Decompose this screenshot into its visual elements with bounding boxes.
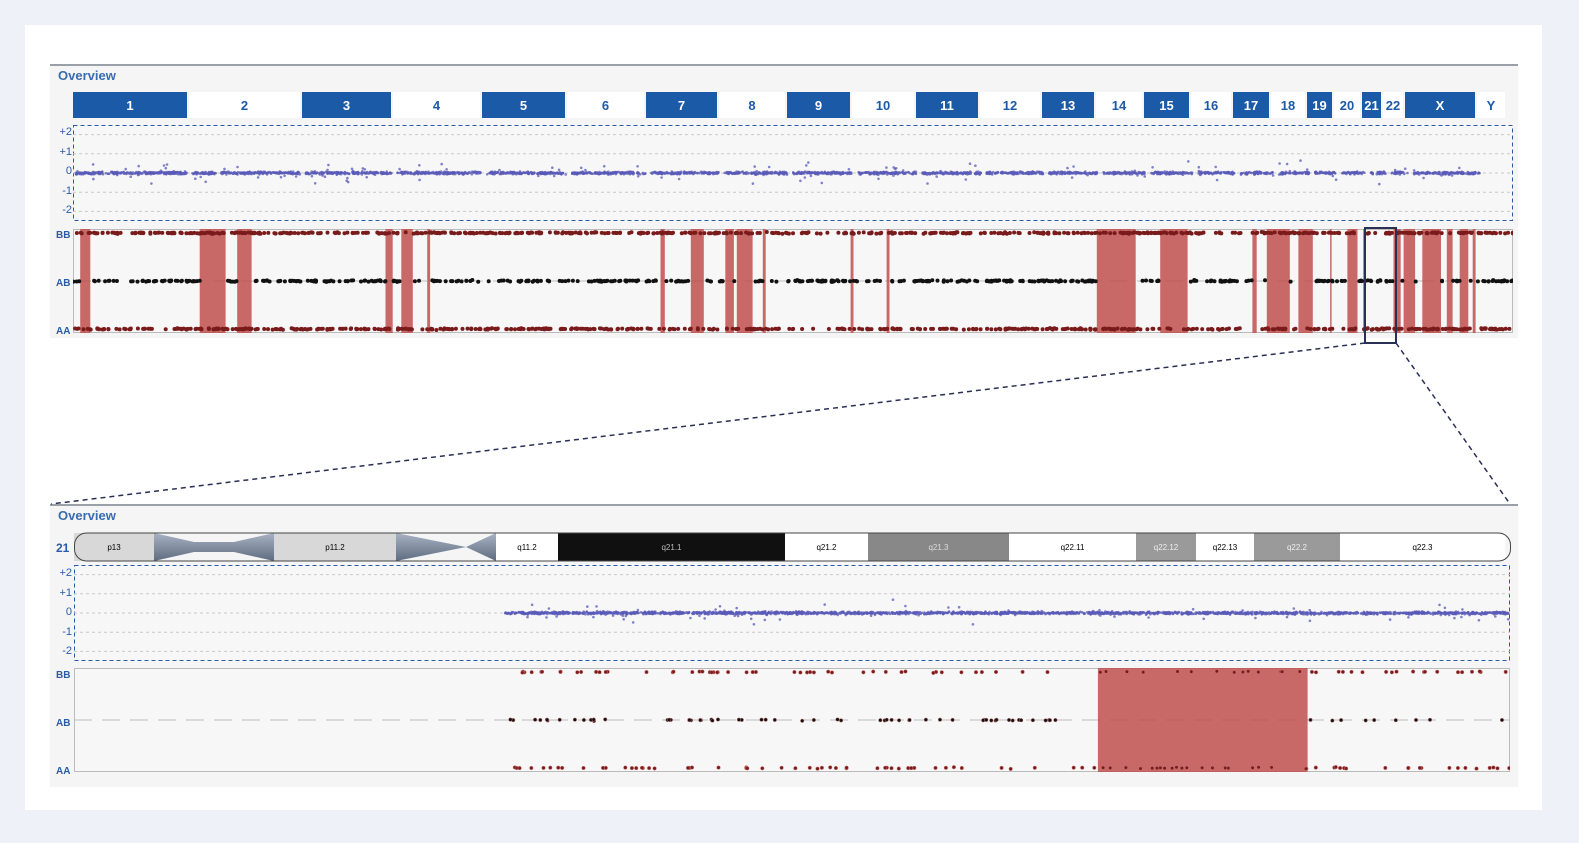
chromosome-22[interactable]: 22 [1383,92,1403,118]
loh-region [1298,229,1313,333]
cytoband-label: q22.11 [1061,543,1085,552]
loh-region [1266,229,1290,333]
zoom-genotype-plot[interactable] [74,668,1510,772]
loh-region [237,229,252,333]
loh-region [1096,229,1136,333]
cytoband-label: q22.2 [1287,543,1308,552]
zoom-copy-number-plot[interactable] [74,565,1510,661]
tick-BB: BB [56,670,71,681]
chromosome-13[interactable]: 13 [1042,92,1094,118]
overview-copy-number-plot[interactable] [73,125,1513,221]
cytoband-label: q21.1 [661,543,682,552]
overview-title: Overview [58,68,116,83]
cytoband-label: q11.2 [517,543,537,552]
tick-minus1: -1 [62,625,72,638]
tick-AA: AA [56,766,71,777]
zoom-panel: Overview 21 p13 p11.2 q11.2 q21.1 q21.2 q21.3… [50,504,1518,787]
loh-region [80,229,91,333]
chromosome-X[interactable]: X [1405,92,1475,118]
chromosome-11[interactable]: 11 [916,92,978,118]
chromosome-10[interactable]: 10 [852,92,914,118]
loh-region [1347,229,1358,333]
tick-AB: AB [56,278,71,289]
chromosome-Y[interactable]: Y [1477,92,1505,118]
loh-region [1422,229,1441,333]
cytoband-label: q22.12 [1154,543,1179,552]
cytoband-label: q22.3 [1412,543,1433,552]
cytoband-centromere [396,533,496,561]
cytoband-label: p13 [107,543,121,552]
chromosome-20[interactable]: 20 [1334,92,1360,118]
chromosome-2[interactable]: 2 [189,92,300,118]
chromosome-18[interactable]: 18 [1271,92,1305,118]
loh-region [1097,668,1308,772]
loh-region [401,229,413,333]
tick-0: 0 [65,165,72,177]
tick-plus2: +2 [59,567,72,579]
cytoband-label: q21.2 [816,543,837,552]
loh-region [427,229,431,333]
loh-region [1403,229,1416,333]
chromosome-4[interactable]: 4 [393,92,480,118]
loh-regions [1097,668,1308,772]
chromosome-1[interactable]: 1 [73,92,187,118]
chromosome-14[interactable]: 14 [1096,92,1142,118]
chromosome-5[interactable]: 5 [482,92,565,118]
loh-region [660,229,665,333]
chromosome-15[interactable]: 15 [1144,92,1189,118]
chromosome-7[interactable]: 7 [646,92,717,118]
loh-region [1472,229,1476,333]
chromosome-21-ideogram[interactable]: p13 p11.2 q11.2 q21.1 q21.2 q21.3 q22.11 q22.12… [74,531,1512,563]
tick-0: 0 [65,606,72,618]
cytoband-label: q22.13 [1213,543,1238,552]
chromosome-9[interactable]: 9 [787,92,850,118]
tick-plus1: +1 [59,586,72,599]
chromosome-17[interactable]: 17 [1233,92,1269,118]
cytoband-label: p11.2 [325,543,345,552]
loh-region [736,229,753,333]
tick-AA: AA [56,326,71,337]
tick-AB: AB [56,718,71,729]
chromosome-8[interactable]: 8 [719,92,785,118]
chromosome-6[interactable]: 6 [567,92,644,118]
tick-minus2: -2 [62,645,72,657]
tick-plus1: +1 [59,145,72,158]
cytoband-stalk [154,533,274,561]
loh-region [886,229,890,333]
tick-plus2: +2 [59,126,72,138]
cytoband-label: q21.3 [928,543,949,552]
loh-region [690,229,704,333]
overview-genotype-plot[interactable] [73,229,1513,333]
cytobands: p13 p11.2 q11.2 q21.1 q21.2 q21.3 q22.11 q22.12… [74,533,1505,561]
tick-minus1: -1 [62,184,72,197]
overview-panel: Overview 1 2 3 4 5 6 7 8 9 10 11 12 13 14 15 16 17 18 19 20… [50,64,1518,338]
chromosome-12[interactable]: 12 [980,92,1040,118]
tick-BB: BB [56,230,71,241]
loh-region [1393,229,1401,333]
card: Overview 1 2 3 4 5 6 7 8 9 10 11 12 13 14 15 16 17 18 19 20… [25,25,1542,810]
loh-region [199,229,226,333]
chromosome-21[interactable]: 21 [1362,92,1381,118]
zoom-title: Overview [58,508,116,523]
chromosome-19[interactable]: 19 [1307,92,1332,118]
zoom-chromosome-label: 21 [56,541,70,555]
chromosome-3[interactable]: 3 [302,92,391,118]
tick-minus2: -2 [62,204,72,216]
loh-region [1160,229,1188,333]
chromosome-16[interactable]: 16 [1191,92,1231,118]
